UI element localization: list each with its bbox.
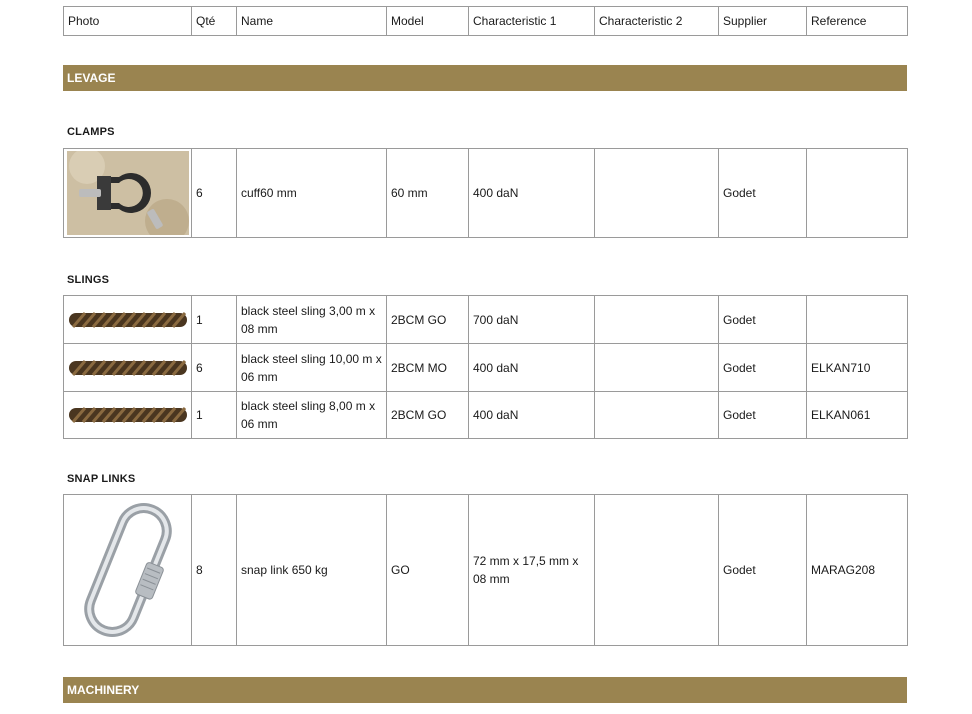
supplier-cell: Godet <box>718 494 807 646</box>
supplier-cell: Godet <box>718 343 807 392</box>
reference-cell: ELKAN710 <box>806 343 908 392</box>
header-characteristic-1: Characteristic 1 <box>468 6 595 36</box>
snap-link-photo <box>66 497 189 643</box>
reference-cell: MARAG208 <box>806 494 908 646</box>
snap-links-table: 8 snap link 650 kg GO 72 mm x 17,5 mm x … <box>63 494 908 646</box>
characteristic-1-cell: 72 mm x 17,5 mm x 08 mm <box>468 494 595 646</box>
qty-cell: 1 <box>191 391 237 439</box>
model-cell: GO <box>386 494 469 646</box>
group-title-slings: SLINGS <box>67 274 110 286</box>
name-cell: snap link 650 kg <box>236 494 387 646</box>
section-band-machinery: MACHINERY <box>63 677 907 703</box>
header-reference: Reference <box>806 6 908 36</box>
header-row: Photo Qté Name Model Characteristic 1 Ch… <box>63 6 908 36</box>
supplier-cell: Godet <box>718 391 807 439</box>
photo-cell <box>63 494 192 646</box>
characteristic-1-cell: 400 daN <box>468 343 595 392</box>
qty-cell: 1 <box>191 295 237 344</box>
supplier-cell: Godet <box>718 295 807 344</box>
group-title-snap-links: SNAP LINKS <box>67 473 136 485</box>
characteristic-2-cell <box>594 148 719 238</box>
header-photo: Photo <box>63 6 192 36</box>
model-cell: 2BCM GO <box>386 391 469 439</box>
steel-sling-photo <box>68 407 187 423</box>
reference-cell <box>806 295 908 344</box>
name-cell: black steel sling 3,00 m x 08 mm <box>236 295 387 344</box>
model-cell: 2BCM GO <box>386 295 469 344</box>
clamp-photo <box>66 151 189 235</box>
header-characteristic-2: Characteristic 2 <box>594 6 719 36</box>
group-title-clamps: CLAMPS <box>67 126 115 138</box>
photo-cell <box>63 295 192 344</box>
name-cell: black steel sling 10,00 m x 06 mm <box>236 343 387 392</box>
characteristic-2-cell <box>594 343 719 392</box>
photo-cell <box>63 391 192 439</box>
qty-cell: 6 <box>191 343 237 392</box>
slings-table: 1 black steel sling 3,00 m x 08 mm 2BCM … <box>63 295 908 439</box>
table-row: 1 black steel sling 8,00 m x 06 mm 2BCM … <box>63 391 908 439</box>
table-row: 8 snap link 650 kg GO 72 mm x 17,5 mm x … <box>63 494 908 646</box>
header-table: Photo Qté Name Model Characteristic 1 Ch… <box>63 6 908 36</box>
reference-cell <box>806 148 908 238</box>
characteristic-1-cell: 400 daN <box>468 148 595 238</box>
table-row: 6 cuff60 mm 60 mm 400 daN Godet <box>63 148 908 238</box>
characteristic-2-cell <box>594 494 719 646</box>
supplier-cell: Godet <box>718 148 807 238</box>
qty-cell: 8 <box>191 494 237 646</box>
photo-cell <box>63 148 192 238</box>
photo-cell <box>63 343 192 392</box>
characteristic-1-cell: 700 daN <box>468 295 595 344</box>
header-name: Name <box>236 6 387 36</box>
model-cell: 60 mm <box>386 148 469 238</box>
section-band-levage: LEVAGE <box>63 65 907 91</box>
table-row: 1 black steel sling 3,00 m x 08 mm 2BCM … <box>63 295 908 344</box>
steel-sling-photo <box>68 311 187 328</box>
header-qty: Qté <box>191 6 237 36</box>
model-cell: 2BCM MO <box>386 343 469 392</box>
name-cell: cuff60 mm <box>236 148 387 238</box>
characteristic-2-cell <box>594 295 719 344</box>
qty-cell: 6 <box>191 148 237 238</box>
table-row: 6 black steel sling 10,00 m x 06 mm 2BCM… <box>63 343 908 392</box>
header-model: Model <box>386 6 469 36</box>
header-supplier: Supplier <box>718 6 807 36</box>
name-cell: black steel sling 8,00 m x 06 mm <box>236 391 387 439</box>
characteristic-2-cell <box>594 391 719 439</box>
reference-cell: ELKAN061 <box>806 391 908 439</box>
clamps-table: 6 cuff60 mm 60 mm 400 daN Godet <box>63 148 908 238</box>
characteristic-1-cell: 400 daN <box>468 391 595 439</box>
steel-sling-photo <box>68 359 187 376</box>
